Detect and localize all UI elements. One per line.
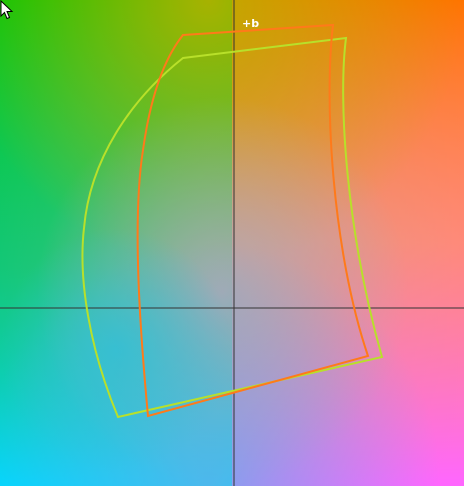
- b-axis-label: +b: [242, 17, 259, 30]
- color-field-background: [0, 0, 464, 486]
- gamut-plot: +b: [0, 0, 464, 486]
- color-gamut-diagram[interactable]: +b: [0, 0, 464, 486]
